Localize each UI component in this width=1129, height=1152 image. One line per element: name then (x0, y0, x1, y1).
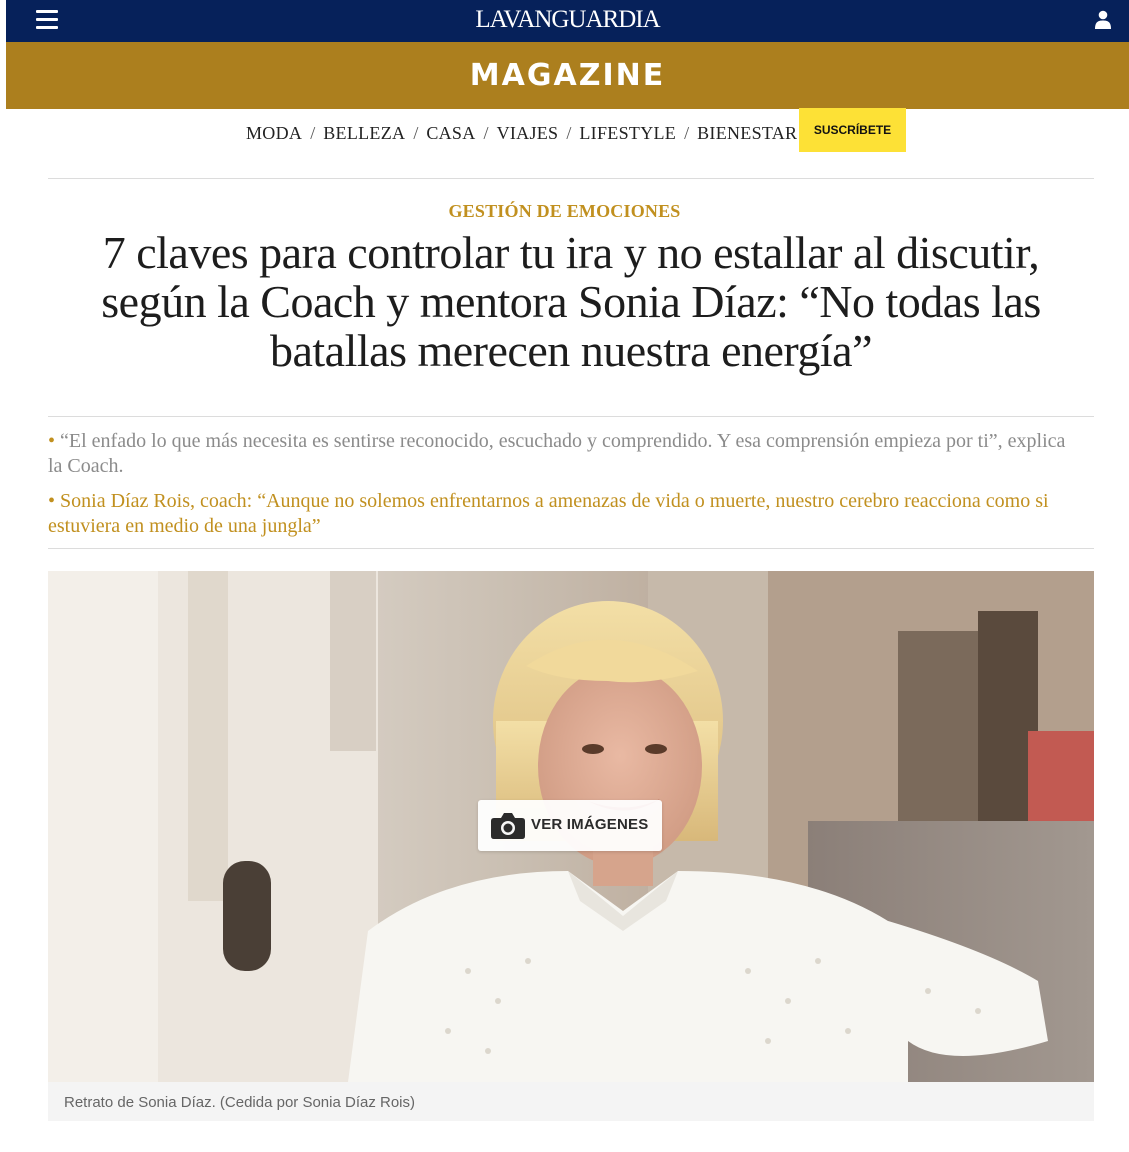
caption-text: Retrato de Sonia Díaz. (Cedida por Sonia… (64, 1094, 416, 1111)
site-logo[interactable]: LAVANGUARDIA (6, 6, 1129, 34)
user-icon[interactable] (1095, 10, 1111, 29)
bullet: • (48, 430, 56, 452)
headline-line: batallas merecen nuestra energía” (269, 325, 873, 376)
nav-item-viajes[interactable]: VIAJES (497, 123, 559, 143)
nav-item-belleza[interactable]: BELLEZA (323, 123, 405, 143)
bullet: • (48, 490, 56, 512)
summary-item: • “El enfado lo que más necesita es sent… (48, 429, 1068, 479)
nav-separator: / (483, 123, 489, 143)
nav-item-moda[interactable]: MODA (246, 123, 302, 143)
magazine-band: MAGAZINE (6, 42, 1129, 109)
view-images-button[interactable]: VER IMÁGENES (478, 800, 662, 851)
nav-separator: / (566, 123, 572, 143)
summary-item[interactable]: • Sonia Díaz Rois, coach: “Aunque no sol… (48, 489, 1068, 539)
subscribe-button[interactable]: SUSCRÍBETE (799, 108, 906, 152)
divider (48, 548, 1094, 549)
nav-item-casa[interactable]: CASA (426, 123, 475, 143)
top-bar: LAVANGUARDIA (6, 0, 1129, 42)
camera-icon (491, 813, 525, 839)
section-nav: MODA / BELLEZA / CASA / VIAJES / LIFESTYLE / BIENE… (0, 108, 1129, 153)
nav-separator: / (413, 123, 419, 143)
article-headline: 7 claves para controlar tu ira y no esta… (48, 228, 1094, 375)
summary-link[interactable]: Sonia Díaz Rois, coach: “Aunque no solem… (48, 490, 1049, 537)
headline-line: según la Coach y mentora Sonia Díaz: “No… (101, 276, 1041, 327)
nav-links: MODA / BELLEZA / CASA / VIAJES / LIFESTYLE / BIENE… (246, 123, 797, 144)
image-caption: Retrato de Sonia Díaz. (Cedida por Sonia… (48, 1082, 1094, 1121)
divider (48, 178, 1094, 179)
nav-separator: / (684, 123, 690, 143)
divider (48, 416, 1094, 417)
section-title[interactable]: MAGAZINE (6, 58, 1129, 93)
nav-item-bienestar[interactable]: BIENESTAR (697, 123, 797, 143)
view-images-label: VER IMÁGENES (531, 816, 649, 833)
headline-line: 7 claves para controlar tu ira y no esta… (102, 227, 1040, 278)
article-category[interactable]: GESTIÓN DE EMOCIONES (0, 201, 1129, 222)
nav-separator: / (310, 123, 316, 143)
nav-item-lifestyle[interactable]: LIFESTYLE (579, 123, 676, 143)
summary-text: “El enfado lo que más necesita es sentir… (48, 430, 1066, 477)
